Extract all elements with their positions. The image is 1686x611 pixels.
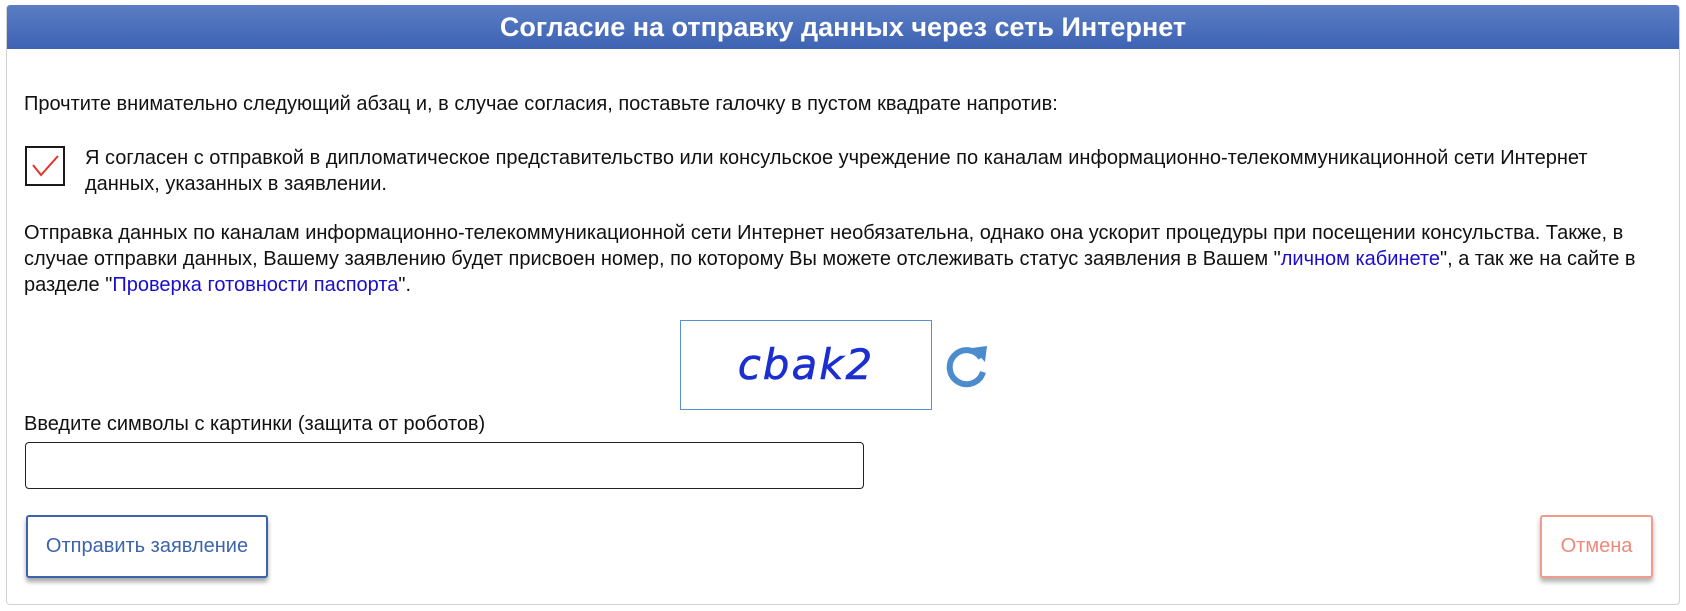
info-paragraph: Отправка данных по каналам информационно… xyxy=(24,220,1654,298)
captcha-label: Введите символы с картинки (защита от ро… xyxy=(24,413,486,435)
consent-text: Я согласен с отправкой в дипломатическое… xyxy=(85,147,1588,195)
captcha-image: cbak2 xyxy=(680,320,932,410)
captcha-text: cbak2 xyxy=(738,340,875,389)
captcha-input[interactable] xyxy=(25,442,864,489)
cancel-button[interactable]: Отмена xyxy=(1540,515,1653,578)
info-text-3: ". xyxy=(398,274,412,296)
checkmark-icon xyxy=(32,155,59,177)
dialog-title: Согласие на отправку данных через сеть И… xyxy=(7,5,1679,49)
personal-cabinet-link[interactable]: личном кабинете xyxy=(1281,248,1440,270)
consent-checkbox[interactable] xyxy=(25,146,65,186)
passport-status-link[interactable]: Проверка готовности паспорта xyxy=(112,274,398,296)
instruction-text: Прочтите внимательно следующий абзац и, … xyxy=(24,93,1058,115)
refresh-icon xyxy=(946,346,987,388)
submit-application-button[interactable]: Отправить заявление xyxy=(26,515,268,578)
captcha-refresh-button[interactable] xyxy=(941,340,993,392)
